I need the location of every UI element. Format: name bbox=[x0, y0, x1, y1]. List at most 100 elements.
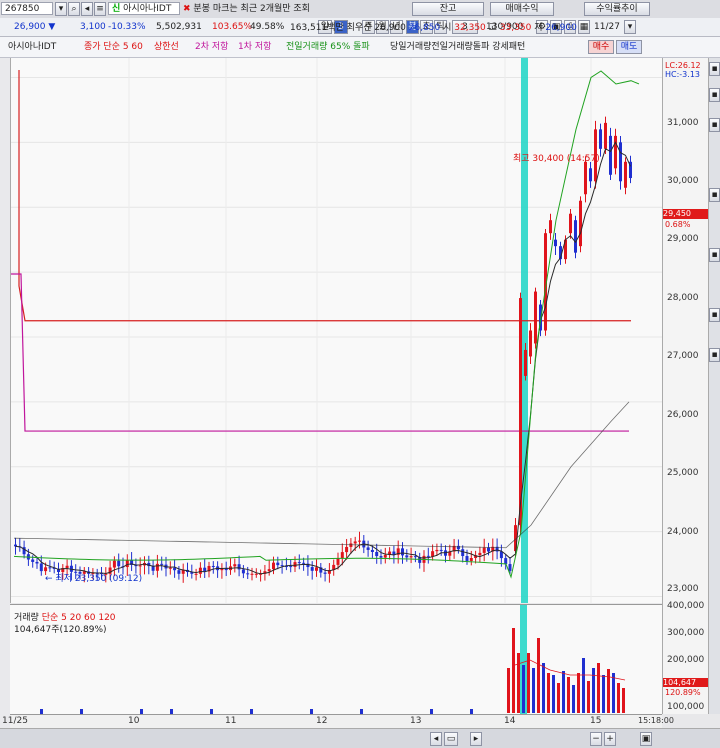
volume-bar bbox=[582, 658, 585, 713]
candle-body bbox=[619, 142, 622, 182]
menu-icon[interactable]: ≡ bbox=[94, 2, 106, 16]
balance-button[interactable]: 잔고 bbox=[412, 2, 484, 16]
volume-bar bbox=[587, 681, 590, 713]
candle-body bbox=[194, 573, 198, 575]
buy-button[interactable]: 매수 bbox=[588, 40, 614, 54]
stock-code-input[interactable]: 267850 bbox=[1, 2, 53, 15]
time-label: 15:18:00 bbox=[638, 716, 674, 725]
scroll-left-icon[interactable]: ◂ bbox=[430, 732, 442, 746]
date-field[interactable]: 11/27 bbox=[594, 20, 620, 34]
candle-body bbox=[456, 545, 460, 550]
candle-body bbox=[289, 566, 293, 568]
y-tick: 29,000 bbox=[667, 234, 699, 244]
candle-body bbox=[224, 568, 228, 571]
candle-body bbox=[431, 551, 435, 557]
date-picker-icon[interactable]: ▾ bbox=[624, 20, 636, 34]
candle-body bbox=[35, 561, 39, 564]
candle-body bbox=[584, 161, 587, 195]
candle-body bbox=[302, 562, 306, 564]
zoom-out-icon[interactable]: − bbox=[590, 732, 602, 746]
tool-icon[interactable]: ▪ bbox=[709, 348, 720, 362]
x-tick: 11/25 bbox=[2, 716, 28, 726]
candle-body bbox=[241, 569, 245, 574]
vol-tick: 300,000 bbox=[667, 628, 705, 638]
volume-bar bbox=[537, 638, 540, 713]
candle-body bbox=[413, 556, 417, 558]
turnover-ratio: 49.58% bbox=[250, 22, 285, 32]
volume-chart[interactable]: 거래량 단순 5 20 60 120 104,647주(120.89%) bbox=[10, 604, 662, 715]
vol-tick: 400,000 bbox=[667, 601, 705, 611]
volume-pct-tag: 120.89% bbox=[665, 688, 701, 697]
sell-button[interactable]: 매도 bbox=[616, 40, 642, 54]
prev-icon[interactable]: ◂ bbox=[81, 2, 93, 16]
candle-body bbox=[117, 560, 121, 567]
top-toolbar: 267850 ▾ ⌕ ◂ ≡ 신 아시아나IDT ✖ 분봉 마크는 최근 2개월… bbox=[0, 0, 720, 19]
candle-body bbox=[340, 552, 344, 559]
candle-body bbox=[358, 540, 361, 542]
zoom-in-icon[interactable]: + bbox=[604, 732, 616, 746]
x-tick: 14 bbox=[504, 716, 516, 726]
legend-row: 아시아나IDT 종가 단순 5 60 상한선 2차 저항 1차 저항 전일거래량… bbox=[0, 37, 720, 58]
candle-body bbox=[478, 552, 482, 556]
legend-volume-pattern: 당일거래량전일거래량돌파 강세패턴 bbox=[390, 42, 526, 52]
reset-icon[interactable]: ▣ bbox=[640, 732, 652, 746]
tool-icon[interactable]: ▪ bbox=[709, 188, 720, 202]
candle-body bbox=[465, 556, 469, 561]
calendar-icon[interactable]: ▦ bbox=[578, 20, 590, 34]
candle-body bbox=[211, 565, 215, 567]
candle-body bbox=[44, 567, 48, 572]
tool-icon[interactable]: ▪ bbox=[709, 62, 720, 76]
volume-bar bbox=[542, 663, 545, 713]
candle-body bbox=[379, 556, 383, 558]
candle-body bbox=[589, 168, 592, 182]
tool-icon[interactable]: ▪ bbox=[709, 88, 720, 102]
candle-body bbox=[345, 546, 349, 553]
candle-body bbox=[604, 122, 607, 149]
legend-resistance-2: 2차 저항 bbox=[195, 42, 229, 52]
dropdown-icon[interactable]: ▾ bbox=[55, 2, 67, 16]
bottom-scrollbar[interactable]: ◂ ▭ ▸ − + ▣ bbox=[0, 728, 720, 748]
price-chart[interactable]: 최고 30,400 (14:57) ← 최저 23,350 (09:12) bbox=[10, 58, 663, 603]
trade-profit-button[interactable]: 매매수익 bbox=[490, 2, 554, 16]
candle-body bbox=[529, 330, 532, 357]
volume-bar bbox=[607, 669, 610, 713]
volume-bar bbox=[512, 628, 515, 713]
candle-body bbox=[375, 551, 379, 557]
candle-body bbox=[435, 549, 439, 552]
volume-bar bbox=[592, 668, 595, 713]
candle-body bbox=[504, 558, 508, 565]
volume-bar bbox=[532, 668, 535, 713]
scroll-right-icon[interactable]: ▸ bbox=[470, 732, 482, 746]
legend-resistance-1: 1차 저항 bbox=[238, 42, 272, 52]
volume-bar bbox=[597, 663, 600, 713]
candle-body bbox=[461, 549, 465, 557]
candle-body bbox=[482, 547, 486, 553]
tool-icon[interactable]: ▪ bbox=[709, 248, 720, 262]
trend-line bbox=[13, 401, 630, 549]
time-axis: 11/25 10 11 12 13 14 15 15:18:00 bbox=[2, 714, 674, 729]
tool-icon[interactable]: ▪ bbox=[709, 308, 720, 322]
legend-upper-limit: 상한선 bbox=[154, 42, 179, 52]
scroll-thumb[interactable]: ▭ bbox=[444, 732, 458, 746]
candle-body bbox=[349, 543, 353, 547]
candle-body bbox=[534, 291, 537, 344]
profit-trend-button[interactable]: 수익률추이 bbox=[584, 2, 650, 16]
candle-body bbox=[276, 562, 280, 566]
candle-body bbox=[177, 570, 181, 574]
stock-name-field[interactable]: 신 아시아나IDT bbox=[108, 2, 180, 15]
candle-body bbox=[524, 349, 527, 376]
candle-body bbox=[31, 559, 35, 562]
candle-body bbox=[549, 220, 552, 234]
x-tick: 15 bbox=[590, 716, 602, 726]
candle-body bbox=[173, 567, 177, 571]
volume-bar bbox=[622, 688, 625, 713]
tool-icon[interactable]: ▪ bbox=[709, 118, 720, 132]
y-tick: 28,000 bbox=[667, 293, 699, 303]
current-pct-tag: 0.68% bbox=[665, 220, 691, 229]
volume-bar bbox=[562, 671, 565, 713]
volume-bar bbox=[617, 683, 620, 713]
candle-body bbox=[233, 564, 237, 567]
search-icon[interactable]: ⌕ bbox=[68, 2, 80, 16]
vol-tick: 100,000 bbox=[667, 702, 705, 712]
volume-bar bbox=[572, 685, 575, 713]
